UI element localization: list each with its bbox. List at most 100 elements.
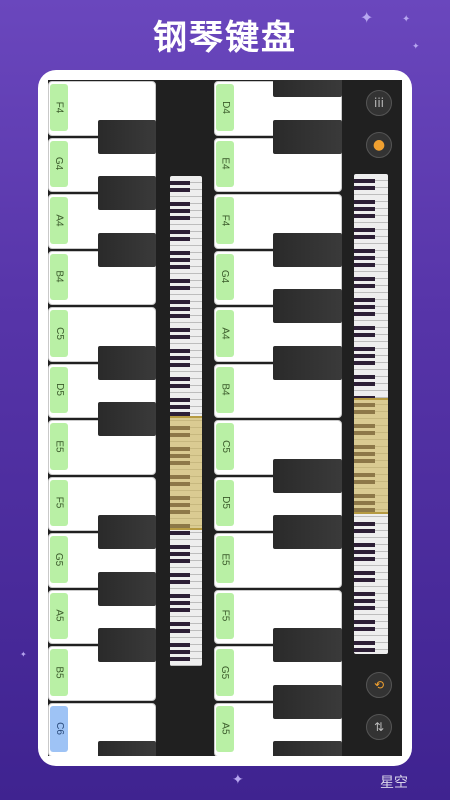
visible-range-highlight[interactable] [170, 416, 202, 530]
mini-white-key [170, 533, 202, 540]
piano-screen: F4 G4 A4 B4 C5 D5 E5 F5 G5 A5 B5 C6 D4 E4 F4 G4 A4 B4 C5 D… [48, 80, 402, 756]
mini-white-key [354, 335, 388, 342]
mini-white-key [354, 286, 388, 293]
black-key[interactable] [272, 741, 342, 756]
note-label: F4 [50, 84, 68, 131]
note-label: C5 [50, 310, 68, 357]
record-button[interactable]: ● [366, 132, 392, 158]
note-label-text: G5 [219, 665, 231, 679]
black-key[interactable] [97, 176, 156, 210]
note-label-text: E5 [53, 440, 65, 453]
menu-icon: iii [373, 96, 384, 110]
note-label-text: E4 [219, 157, 231, 170]
mini-white-key [354, 265, 388, 272]
note-label-text: E5 [219, 553, 231, 566]
note-label: G5 [50, 536, 68, 583]
loop-button[interactable]: ⟲ [366, 672, 392, 698]
black-key[interactable] [97, 119, 156, 154]
note-label: E5 [216, 536, 234, 583]
mini-white-key [170, 267, 202, 274]
black-key[interactable] [272, 345, 342, 380]
mini-white-key [170, 316, 202, 323]
watermark: 星空 [380, 774, 408, 790]
note-label: D4 [216, 84, 234, 131]
black-key[interactable] [272, 119, 342, 154]
mini-white-key [170, 610, 202, 617]
black-key[interactable] [272, 232, 342, 267]
loop-icon: ⟲ [373, 678, 385, 692]
mini-white-key [354, 237, 388, 244]
left-strip [156, 80, 214, 756]
note-label: G5 [216, 649, 234, 696]
mini-white-key [170, 386, 202, 393]
note-label-text: F5 [53, 496, 65, 509]
note-label-text: C5 [219, 439, 231, 453]
black-key[interactable] [97, 345, 156, 380]
visible-range-highlight[interactable] [354, 398, 388, 514]
note-label-text: F4 [219, 214, 231, 227]
black-key[interactable] [97, 741, 156, 756]
mini-white-key [354, 384, 388, 391]
black-key[interactable] [272, 458, 342, 493]
right-keys: D4 E4 F4 G4 A4 B4 C5 D5 E5 F5 G5 A5 [214, 80, 342, 756]
note-label: A5 [216, 705, 234, 752]
black-key[interactable] [97, 571, 156, 606]
note-label-text: D5 [53, 383, 65, 397]
left-keyboard: F4 G4 A4 B4 C5 D5 E5 F5 G5 A5 B5 C6 [48, 80, 156, 756]
black-key[interactable] [97, 402, 156, 436]
mini-white-key [170, 659, 202, 666]
note-label: B4 [216, 366, 234, 413]
black-key[interactable] [97, 232, 156, 267]
note-label: F5 [50, 479, 68, 526]
black-key[interactable] [272, 289, 342, 323]
swap-icon: ⇅ [373, 720, 385, 734]
mini-white-key [170, 561, 202, 568]
note-label: A4 [216, 310, 234, 357]
black-key[interactable] [272, 515, 342, 549]
note-label: C5 [216, 423, 234, 470]
mini-white-key [354, 363, 388, 370]
sparkle-icon: ✦ [232, 772, 244, 788]
note-label: C6 [50, 705, 68, 752]
right-strip [342, 80, 402, 756]
note-label-text: G5 [53, 552, 65, 566]
note-label-text: C6 [53, 722, 65, 736]
left-keys: F4 G4 A4 B4 C5 D5 E5 F5 G5 A5 B5 C6 [48, 80, 156, 756]
mini-white-key [170, 218, 202, 225]
note-label-text: D5 [219, 496, 231, 510]
note-label: B5 [50, 649, 68, 696]
black-key[interactable] [272, 80, 342, 97]
black-key[interactable] [97, 628, 156, 662]
menu-button[interactable]: iii [366, 90, 392, 116]
note-label-text: F4 [53, 101, 65, 114]
right-mini-keyboard[interactable] [354, 174, 388, 654]
note-label-text: F5 [219, 609, 231, 622]
swap-button[interactable]: ⇅ [366, 714, 392, 740]
right-keyboard: D4 E4 F4 G4 A4 B4 C5 D5 E5 F5 G5 A5 [214, 80, 342, 756]
note-label-text: D4 [219, 100, 231, 114]
mini-white-key [170, 365, 202, 372]
note-label: D5 [216, 479, 234, 526]
mini-white-key [354, 650, 388, 654]
black-key[interactable] [272, 684, 342, 719]
note-label-text: A5 [53, 609, 65, 622]
note-label: E4 [216, 140, 234, 187]
black-key[interactable] [97, 515, 156, 549]
mini-white-key [354, 608, 388, 615]
note-label-text: B5 [53, 666, 65, 679]
note-label: F5 [216, 592, 234, 639]
note-label-text: B4 [219, 383, 231, 396]
note-label: E5 [50, 423, 68, 470]
mini-white-key [354, 314, 388, 321]
note-label: A5 [50, 592, 68, 639]
record-icon: ● [372, 137, 386, 153]
left-mini-keyboard[interactable] [170, 176, 202, 666]
mini-white-key [354, 580, 388, 587]
note-label-text: C5 [53, 326, 65, 340]
mini-white-key [354, 559, 388, 566]
mini-white-key [354, 188, 388, 195]
mini-white-key [170, 239, 202, 246]
note-label: D5 [50, 366, 68, 413]
black-key[interactable] [272, 628, 342, 662]
mini-white-key [354, 216, 388, 223]
